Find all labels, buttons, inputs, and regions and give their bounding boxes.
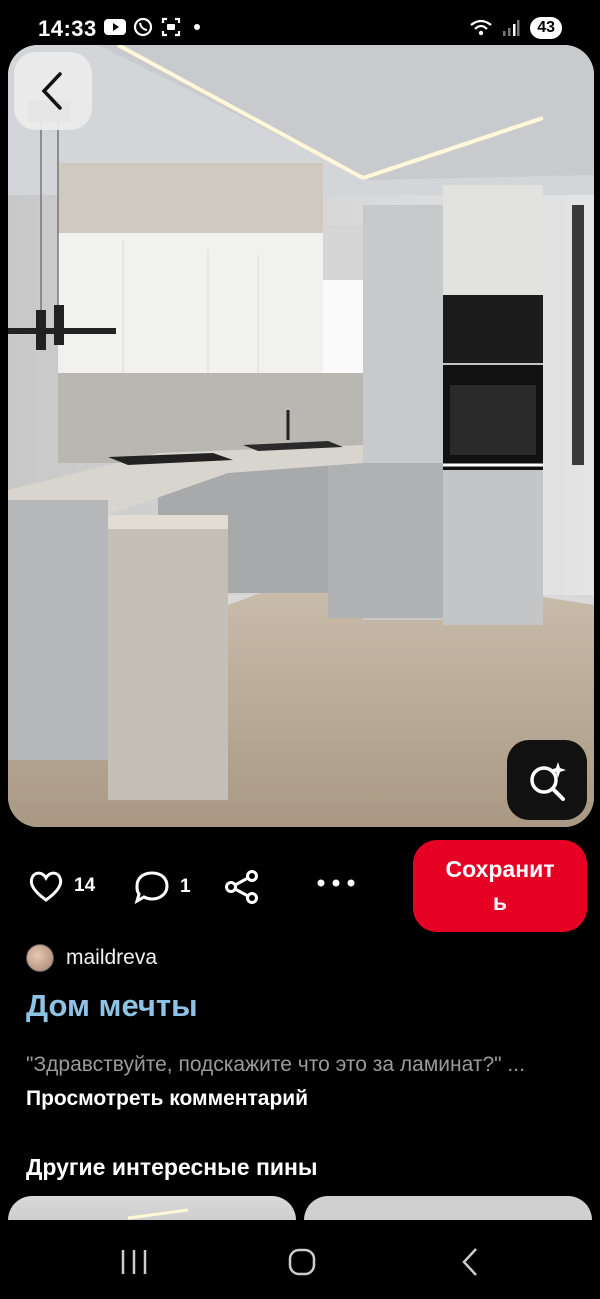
kitchen-photo (8, 45, 594, 827)
share-icon (225, 870, 258, 904)
home-icon (288, 1248, 316, 1276)
pin-image[interactable] (8, 45, 594, 827)
youtube-icon (104, 17, 126, 37)
more-pins-grid (0, 1196, 600, 1220)
chevron-left-icon (41, 72, 62, 110)
back-button[interactable] (14, 52, 92, 130)
lens-search-icon (530, 762, 566, 801)
recent-apps-icon (121, 1250, 147, 1274)
avatar (26, 944, 54, 972)
battery-level: 43 (530, 17, 562, 39)
pin-thumbnail[interactable] (8, 1196, 296, 1220)
system-back-button[interactable] (440, 1240, 500, 1284)
view-comment-link[interactable]: Просмотреть комментарий (26, 1087, 308, 1110)
viber-icon (132, 17, 154, 37)
like-count: 14 (74, 875, 96, 896)
signal-icon (500, 18, 522, 38)
comment-bubble-icon (134, 871, 169, 904)
recent-apps-button[interactable] (104, 1240, 164, 1284)
pin-title[interactable]: Дом мечты (26, 988, 198, 1024)
home-button[interactable] (272, 1240, 332, 1284)
notification-icons (104, 17, 200, 37)
status-time: 14:33 (38, 16, 97, 41)
system-status: 43 (470, 17, 562, 39)
like-button[interactable]: 14 (28, 870, 95, 902)
author-row[interactable]: maildreva (26, 944, 157, 972)
author-name: maildreva (66, 946, 158, 969)
wifi-icon (470, 18, 492, 38)
more-options-button[interactable] (316, 878, 356, 888)
pin-thumbnail[interactable] (304, 1196, 592, 1220)
comment-preview[interactable]: "Здравствуйте, подскажите что это за лам… (26, 1048, 586, 1116)
back-arrow-icon (462, 1248, 477, 1276)
more-pins-title: Другие интересные пины (26, 1154, 318, 1180)
heart-icon (29, 871, 63, 902)
more-notifications-dot (194, 24, 200, 30)
visual-search-button[interactable] (507, 740, 587, 820)
system-nav-bar (0, 1220, 600, 1299)
comment-count: 1 (180, 876, 191, 897)
comment-text: "Здравствуйте, подскажите что это за лам… (26, 1053, 525, 1076)
save-button[interactable]: Сохранит ь (413, 840, 587, 932)
share-button[interactable] (224, 870, 260, 904)
more-dots-icon (317, 879, 355, 887)
screenshot-icon (160, 17, 182, 37)
comment-button[interactable]: 1 (134, 870, 191, 904)
